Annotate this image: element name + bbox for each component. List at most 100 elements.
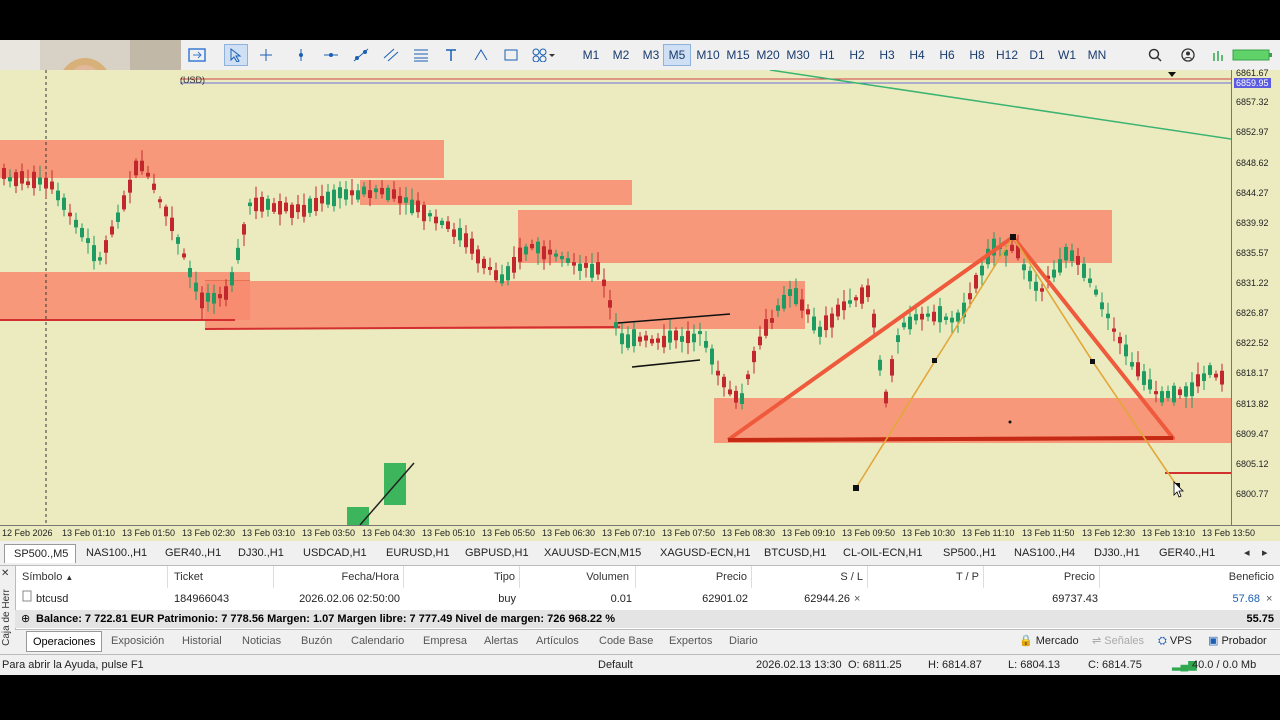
tf-h12[interactable]: H12: [992, 44, 1022, 66]
row-price2[interactable]: 69737.43: [984, 589, 1098, 609]
autoscroll-icon[interactable]: [185, 44, 209, 66]
cursor-icon[interactable]: [224, 44, 248, 66]
vertical-line-icon[interactable]: [289, 44, 313, 66]
close-icon[interactable]: ✕: [1, 568, 9, 579]
text-tool-icon[interactable]: [439, 44, 463, 66]
row-symbol[interactable]: btcusd: [36, 589, 68, 609]
price-axis[interactable]: 6861.67 6859.95 6857.32 6852.97 6848.62 …: [1231, 68, 1280, 527]
row-datetime[interactable]: 2026.02.06 02:50:00: [274, 589, 400, 609]
more-objects-icon[interactable]: [529, 44, 559, 66]
tab-noticias[interactable]: Noticias: [242, 631, 281, 652]
tf-m5[interactable]: M5: [663, 44, 691, 66]
row-price[interactable]: 62901.02: [636, 589, 748, 609]
col-datetime[interactable]: Fecha/Hora: [274, 566, 404, 588]
signal-icon[interactable]: [1208, 44, 1228, 66]
tab-exposicion[interactable]: Exposición: [111, 631, 164, 652]
crosshair-icon[interactable]: [254, 44, 278, 66]
symbol-tab[interactable]: XAUUSD-ECN,M15: [544, 544, 641, 563]
tf-m10[interactable]: M10: [693, 44, 723, 66]
col-profit[interactable]: Beneficio: [1100, 566, 1280, 588]
col-sl[interactable]: S / L: [752, 566, 868, 588]
row-sl[interactable]: 62944.26: [752, 589, 850, 609]
tf-mn[interactable]: MN: [1083, 44, 1111, 66]
symbol-tab[interactable]: GER40.,H1: [165, 544, 221, 563]
triangle-base[interactable]: [727, 436, 1174, 442]
tf-m1[interactable]: M1: [577, 44, 605, 66]
tab-empresa[interactable]: Empresa: [423, 631, 467, 652]
tester-button[interactable]: ▣ Probador: [1208, 631, 1267, 652]
search-icon[interactable]: [1143, 44, 1167, 66]
tf-m20[interactable]: M20: [753, 44, 783, 66]
tab-expertos[interactable]: Expertos: [669, 631, 712, 652]
tab-diario[interactable]: Diario: [729, 631, 758, 652]
shapes-icon[interactable]: [499, 44, 523, 66]
symbol-tab[interactable]: CL-OIL-ECN,H1: [843, 544, 922, 563]
zigzag-line[interactable]: [855, 235, 1178, 489]
horizontal-line-icon[interactable]: [319, 44, 343, 66]
vps-button[interactable]: ⛭ VPS: [1158, 631, 1192, 652]
col-tp[interactable]: T / P: [868, 566, 984, 588]
tf-h2[interactable]: H2: [843, 44, 871, 66]
tf-h1[interactable]: H1: [813, 44, 841, 66]
symbol-tab[interactable]: DJ30.,H1: [1094, 544, 1140, 563]
arrow-tool-icon[interactable]: [469, 44, 493, 66]
tf-m30[interactable]: M30: [783, 44, 813, 66]
row-ticket[interactable]: 184966043: [174, 589, 229, 609]
symbol-tab[interactable]: SP500.,M5: [4, 544, 76, 563]
symbol-tab[interactable]: USDCAD,H1: [303, 544, 367, 563]
tf-h4[interactable]: H4: [903, 44, 931, 66]
tf-h8[interactable]: H8: [963, 44, 991, 66]
zone-rect[interactable]: [205, 281, 805, 329]
zigzag-point[interactable]: [853, 485, 859, 491]
price-chart[interactable]: (USD): [0, 70, 1280, 540]
symbol-tab[interactable]: GER40.,H1: [1159, 544, 1215, 563]
col-symbol[interactable]: Símbolo ▲: [22, 566, 168, 588]
row-type[interactable]: buy: [404, 589, 516, 609]
tab-code-base[interactable]: Code Base: [599, 631, 653, 652]
fibonacci-icon[interactable]: [409, 44, 433, 66]
zigzag-point[interactable]: [932, 358, 937, 363]
zigzag-point[interactable]: [1090, 359, 1095, 364]
symbol-tab[interactable]: XAGUSD-ECN,H1: [660, 544, 750, 563]
row-volume[interactable]: 0.01: [520, 589, 632, 609]
trendline-icon[interactable]: [349, 44, 373, 66]
tabs-scroll-right-icon[interactable]: ▸: [1262, 544, 1268, 563]
green-box[interactable]: [347, 507, 369, 525]
channel-line[interactable]: [631, 359, 701, 368]
symbol-tab[interactable]: NAS100.,H1: [86, 544, 147, 563]
zone-rect[interactable]: [0, 140, 444, 178]
tabs-scroll-left-icon[interactable]: ◂: [1244, 544, 1250, 563]
tab-historial[interactable]: Historial: [182, 631, 222, 652]
symbol-tab[interactable]: NAS100.,H4: [1014, 544, 1075, 563]
col-volume[interactable]: Volumen: [520, 566, 636, 588]
zigzag-point[interactable]: [1010, 234, 1016, 240]
col-ticket[interactable]: Ticket: [174, 566, 274, 588]
market-button[interactable]: 🔒 Mercado: [1019, 631, 1079, 652]
zone-rect[interactable]: [518, 210, 1112, 263]
expand-icon[interactable]: ⊕: [21, 610, 30, 628]
tab-calendario[interactable]: Calendario: [351, 631, 404, 652]
tab-buzon[interactable]: Buzón: [301, 631, 332, 652]
close-position-icon[interactable]: ×: [1266, 589, 1272, 609]
tf-h6[interactable]: H6: [933, 44, 961, 66]
chart-canvas[interactable]: (USD): [0, 70, 1232, 526]
symbol-tab[interactable]: DJ30.,H1: [238, 544, 284, 563]
tf-m3[interactable]: M3: [637, 44, 665, 66]
symbol-tab[interactable]: BTCUSD,H1: [764, 544, 826, 563]
time-axis[interactable]: 12 Feb 2026 13 Feb 01:10 13 Feb 01:50 13…: [0, 525, 1280, 542]
tab-articulos[interactable]: Artículos: [536, 631, 579, 652]
tab-alertas[interactable]: Alertas: [484, 631, 518, 652]
toolbox-sidebar[interactable]: ✕ Caja de Herr: [0, 566, 16, 654]
tf-h3[interactable]: H3: [873, 44, 901, 66]
tf-w1[interactable]: W1: [1053, 44, 1081, 66]
col-type[interactable]: Tipo: [404, 566, 520, 588]
symbol-tab[interactable]: SP500.,H1: [943, 544, 996, 563]
signals-button[interactable]: ⇌ Señales: [1092, 631, 1144, 652]
account-icon[interactable]: [1176, 44, 1200, 66]
symbol-tab[interactable]: EURUSD,H1: [386, 544, 450, 563]
tf-m15[interactable]: M15: [723, 44, 753, 66]
tf-d1[interactable]: D1: [1023, 44, 1051, 66]
tab-operaciones[interactable]: Operaciones: [26, 631, 103, 652]
col-price2[interactable]: Precio: [984, 566, 1100, 588]
col-price[interactable]: Precio: [636, 566, 752, 588]
